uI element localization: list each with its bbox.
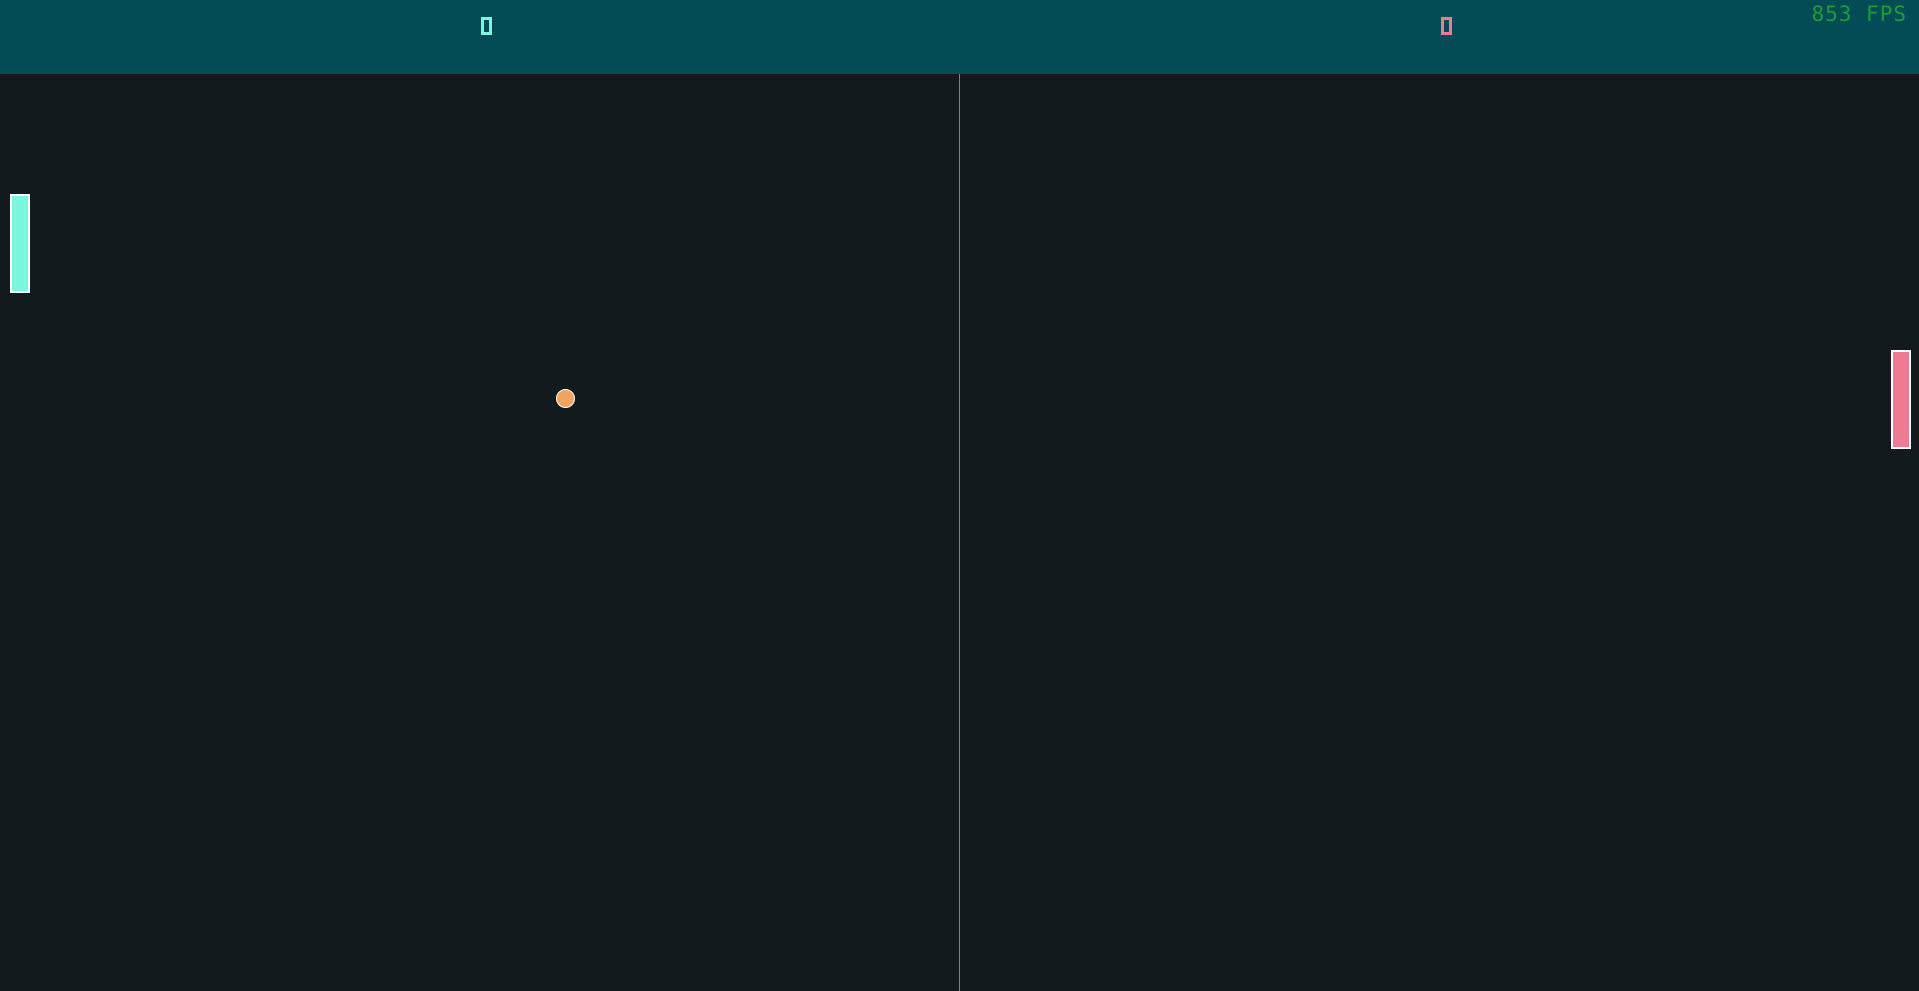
left-paddle[interactable] — [10, 194, 30, 293]
fps-counter: 853 FPS — [1811, 2, 1907, 26]
scoreboard-bar: 853 FPS — [0, 0, 1919, 74]
center-net-line — [959, 74, 960, 991]
ball — [556, 389, 575, 408]
right-paddle[interactable] — [1891, 350, 1911, 449]
pong-game-canvas[interactable]: 853 FPS — [0, 0, 1919, 991]
